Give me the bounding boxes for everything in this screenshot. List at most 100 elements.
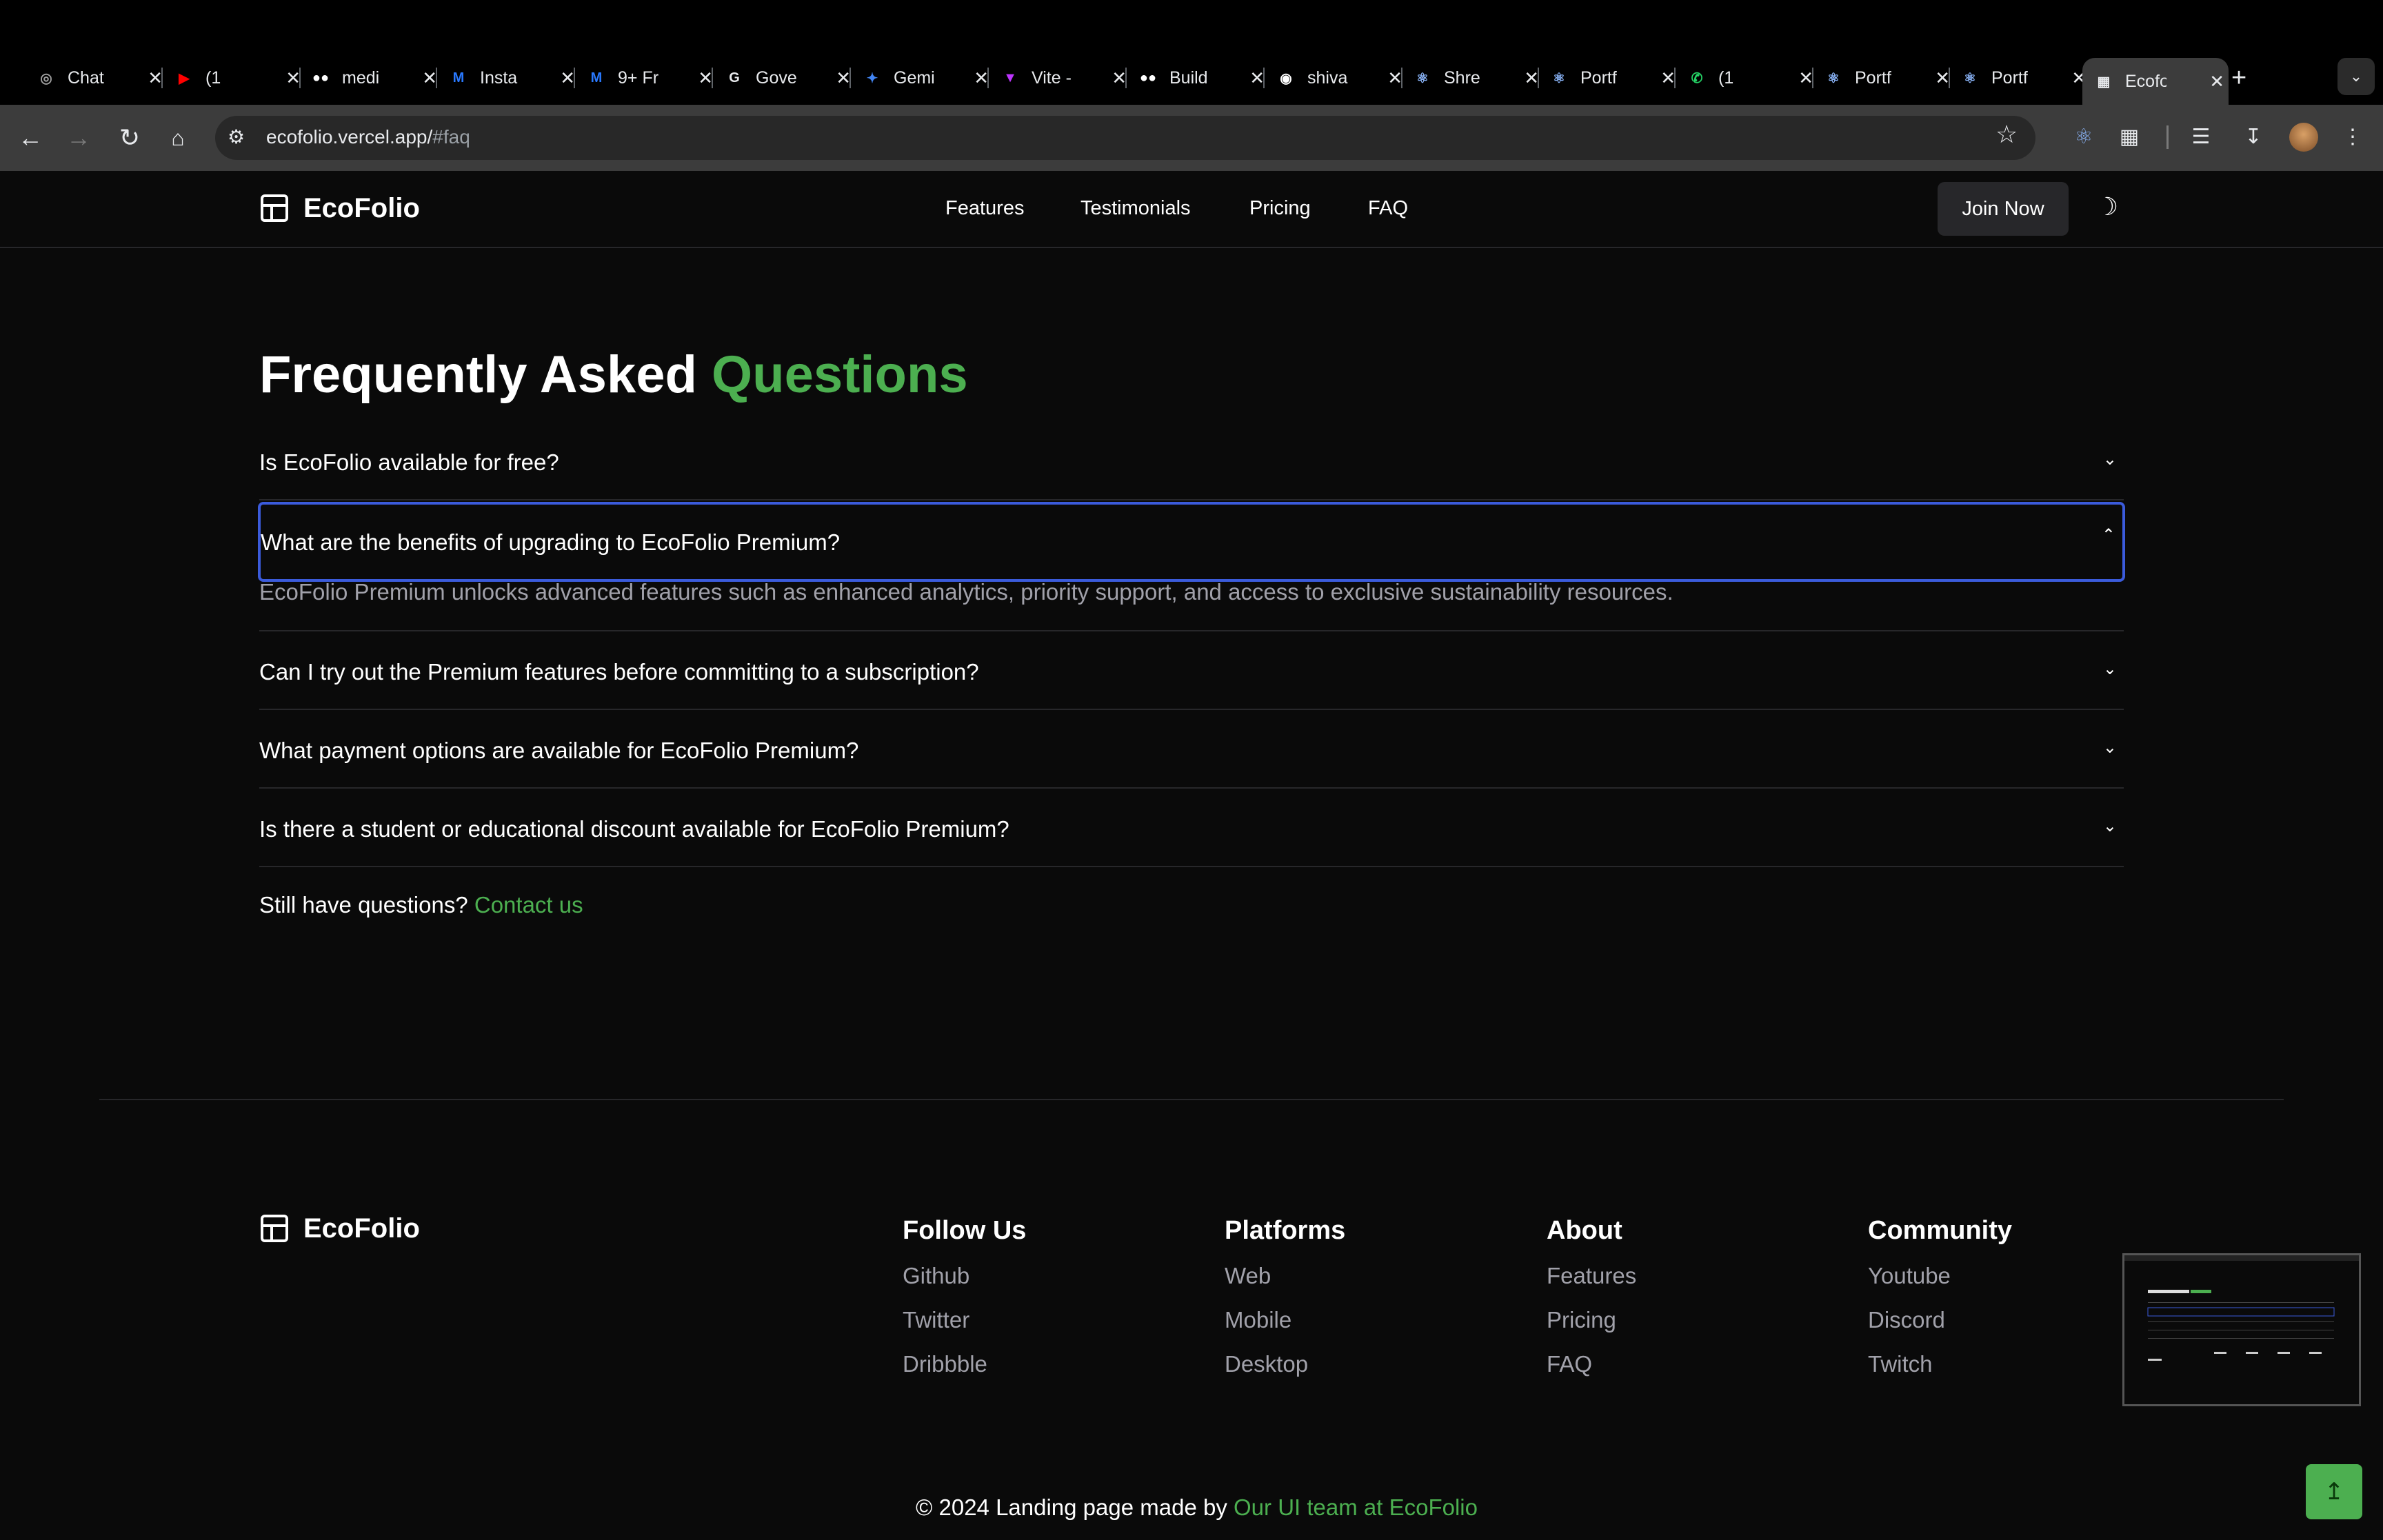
footer-logo-icon[interactable] [261,1215,288,1242]
more-menu-icon[interactable]: ⋮ [2337,121,2368,152]
extensions-icon[interactable]: ▦ [2114,121,2144,152]
footer-link-youtube[interactable]: Youtube [1868,1263,1951,1289]
tab-title: Chat [68,68,104,88]
faq-item[interactable]: What payment options are available for E… [259,710,2124,789]
tab-title: Build [1169,68,1208,88]
forward-icon[interactable]: → [61,120,97,156]
browser-tab[interactable]: ⚛ Portf ✕ [1549,63,1680,92]
tab-search-button[interactable]: ⌄ [2337,58,2375,95]
browser-tab[interactable]: ◎ Chat ✕ [36,63,167,92]
footer-link-discord[interactable]: Discord [1868,1307,1945,1333]
material-icon: M [452,70,465,85]
faq-question: Is EcoFolio available for free? [259,449,559,475]
close-tab-icon[interactable]: ✕ [698,68,713,89]
react-devtools-icon[interactable]: ⚛ [2069,121,2099,152]
footer-link-mobile[interactable]: Mobile [1225,1307,1291,1333]
footer-brand-name[interactable]: EcoFolio [303,1213,420,1244]
back-icon[interactable]: ← [12,120,48,156]
close-tab-icon[interactable]: ✕ [1935,68,1950,89]
footer-link-desktop[interactable]: Desktop [1225,1351,1308,1377]
nav-link-pricing[interactable]: Pricing [1249,197,1311,220]
url-text[interactable]: ecofolio.vercel.app/#faq [266,126,470,148]
theme-toggle-moon-icon[interactable]: ☽ [2092,192,2122,222]
profile-avatar[interactable] [2289,123,2318,152]
footer-link-web[interactable]: Web [1225,1263,1271,1289]
download-icon[interactable]: ↧ [2238,121,2269,152]
page-preview-thumbnail [2122,1253,2361,1406]
chevron-down-icon: ⌄ [2102,450,2117,469]
bookmark-star-icon[interactable]: ☆ [1995,120,2018,149]
layout-icon: ▦ [2097,74,2111,90]
chevron-down-icon: ⌄ [2102,660,2117,678]
browser-tab[interactable]: ●● Build ✕ [1138,63,1269,92]
close-tab-icon[interactable]: ✕ [1524,68,1539,89]
close-tab-icon[interactable]: ✕ [1387,68,1402,89]
address-bar[interactable] [215,116,2035,160]
browser-tab[interactable]: M Insta ✕ [448,63,579,92]
contact-us-link[interactable]: Contact us [474,892,583,918]
browser-tab[interactable]: ▦ Ecofo ✕ [2082,58,2229,105]
tab-title: Shre [1444,68,1480,88]
footer-link-faq[interactable]: FAQ [1547,1351,1592,1377]
browser-tab[interactable]: ◉ shiva ✕ [1276,63,1407,92]
faq-title-accent: Questions [712,345,968,404]
footer-heading-community: Community [1868,1216,2012,1245]
chatgpt-icon: ◎ [40,70,52,86]
logo-icon[interactable] [261,194,288,222]
browser-tab[interactable]: ⚛ Portf ✕ [1960,63,2091,92]
new-tab-button[interactable]: + [2231,63,2246,93]
tab-separator [1401,68,1402,88]
footer-link-features[interactable]: Features [1547,1263,1636,1289]
close-tab-icon[interactable]: ✕ [1112,68,1127,89]
close-tab-icon[interactable]: ✕ [148,68,163,89]
browser-tab[interactable]: ⚛ Portf ✕ [1823,63,1954,92]
brand-name[interactable]: EcoFolio [303,193,420,224]
join-now-button[interactable]: Join Now [1938,182,2069,236]
browser-tab[interactable]: ●● medi ✕ [310,63,441,92]
browser-tab[interactable]: M 9+ Fr ✕ [586,63,717,92]
scroll-to-top-icon[interactable]: ↥ [2306,1464,2362,1519]
close-tab-icon[interactable]: ✕ [560,68,575,89]
media-controls-icon[interactable]: ☰ [2186,121,2216,152]
browser-tab[interactable]: ▶ (1 ✕ [174,63,305,92]
faq-item[interactable]: Is EcoFolio available for free? ⌄ [259,422,2124,500]
vite-icon: ▼ [1003,70,1017,85]
footer-link-twitch[interactable]: Twitch [1868,1351,1933,1377]
close-tab-icon[interactable]: ✕ [1660,68,1676,89]
close-tab-icon[interactable]: ✕ [285,68,301,89]
close-tab-icon[interactable]: ✕ [1249,68,1265,89]
browser-tab[interactable]: ✆ (1 ✕ [1687,63,1818,92]
footer-link-pricing[interactable]: Pricing [1547,1307,1616,1333]
faq-item[interactable]: Can I try out the Premium features befor… [259,631,2124,710]
browser-tab[interactable]: ⚛ Shre ✕ [1412,63,1543,92]
url-path: #faq [432,126,470,148]
home-icon[interactable]: ⌂ [160,120,196,156]
copyright-text: © 2024 Landing page made by [916,1495,1234,1520]
browser-tab[interactable]: G Gove ✕ [724,63,855,92]
faq-item-open[interactable]: What are the benefits of upgrading to Ec… [258,502,2125,582]
footer-link-github[interactable]: Github [903,1263,969,1289]
copyright-link[interactable]: Our UI team at EcoFolio [1234,1495,1478,1520]
site-info-icon[interactable]: ⚙ [228,125,245,148]
youtube-icon: ▶ [179,70,190,86]
browser-tab[interactable]: ▼ Vite - ✕ [1000,63,1131,92]
tab-separator [1125,68,1127,88]
tab-title: Portf [1855,68,1891,88]
footer-heading-about: About [1547,1216,1622,1245]
nav-link-features[interactable]: Features [945,197,1024,220]
nav-link-testimonials[interactable]: Testimonials [1080,197,1191,220]
close-tab-icon[interactable]: ✕ [974,68,989,89]
react-icon: ⚛ [1964,70,1976,86]
close-tab-icon[interactable]: ✕ [2209,71,2224,92]
tab-title: medi [342,68,380,88]
faq-item[interactable]: Is there a student or educational discou… [259,789,2124,867]
tab-separator [987,68,989,88]
reload-icon[interactable]: ↻ [112,120,148,156]
browser-tab[interactable]: ✦ Gemi ✕ [862,63,993,92]
close-tab-icon[interactable]: ✕ [1798,68,1813,89]
nav-link-faq[interactable]: FAQ [1368,197,1408,220]
footer-link-twitter[interactable]: Twitter [903,1307,969,1333]
close-tab-icon[interactable]: ✕ [422,68,437,89]
footer-link-dribbble[interactable]: Dribbble [903,1351,987,1377]
close-tab-icon[interactable]: ✕ [836,68,851,89]
